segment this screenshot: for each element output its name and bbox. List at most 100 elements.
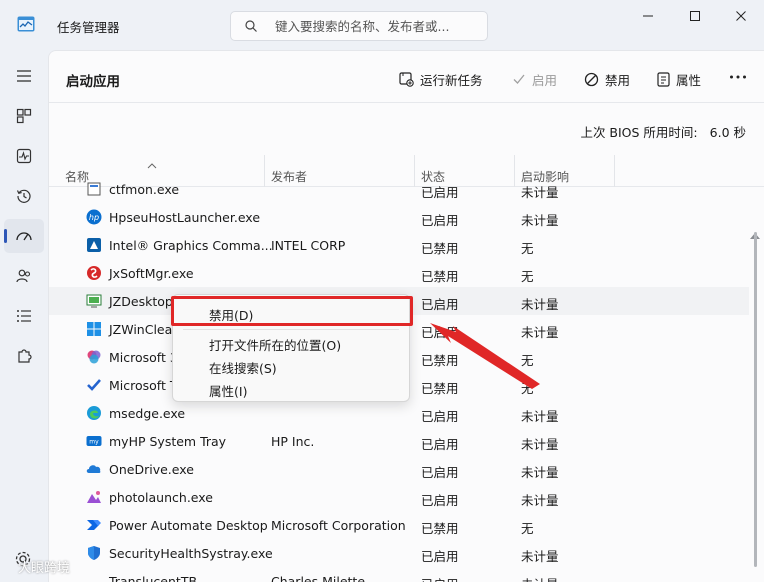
- hp-icon: hp: [86, 209, 102, 225]
- app-impact: 未计量: [521, 297, 559, 312]
- context-menu-open-location[interactable]: 打开文件所在的位置(O): [209, 335, 341, 354]
- app-name: photolaunch.exe: [109, 490, 213, 505]
- edge-icon: [86, 405, 102, 421]
- app-impact: 无: [521, 269, 534, 284]
- watermark: 大眼跨境: [18, 561, 71, 576]
- startup-speedometer-icon: [16, 232, 32, 241]
- app-impact: 未计量: [521, 213, 559, 228]
- app-status: 已启用: [421, 185, 459, 200]
- app-name: Power Automate Desktop: [109, 518, 268, 533]
- app-impact: 未计量: [521, 409, 559, 424]
- app-name: OneDrive.exe: [109, 462, 194, 477]
- nav-app-history[interactable]: [4, 179, 44, 213]
- maximize-icon: [690, 11, 700, 21]
- table-row[interactable]: ctfmon.exe 已启用 未计量: [49, 175, 749, 203]
- microsoft365-icon: [86, 349, 102, 365]
- checkmark-icon: [513, 74, 525, 84]
- more-dots-icon: [730, 75, 746, 79]
- jzdesktop-icon: [86, 293, 102, 309]
- hamburger-menu-button[interactable]: [4, 59, 44, 93]
- intel-graphics-icon: [86, 237, 102, 253]
- app-status: 已禁用: [421, 521, 459, 536]
- app-impact: 无: [521, 241, 534, 256]
- properties-icon: [657, 71, 670, 87]
- performance-icon: [16, 148, 32, 164]
- app-name: HpseuHostLauncher.exe: [109, 210, 261, 225]
- search-input[interactable]: [275, 16, 480, 36]
- app-status: 已禁用: [421, 381, 459, 396]
- jxsoft-icon: [86, 265, 102, 281]
- close-button[interactable]: [718, 0, 764, 32]
- red-highlight-box: [171, 296, 413, 326]
- svg-text:hp: hp: [89, 213, 99, 222]
- myhp-icon: my: [86, 433, 102, 449]
- app-name: JZDesktop: [109, 294, 173, 309]
- nav-users[interactable]: [4, 259, 44, 293]
- app-name: TranslucentTB: [109, 574, 198, 582]
- nav-performance[interactable]: [4, 139, 44, 173]
- sort-ascending-icon: [147, 158, 157, 172]
- scrollbar-thumb[interactable]: [754, 232, 757, 567]
- app-status: 已启用: [421, 465, 459, 480]
- app-status: 已禁用: [421, 241, 459, 256]
- table-row[interactable]: msedge.exe 已启用 未计量: [49, 399, 749, 427]
- app-impact: 未计量: [521, 465, 559, 480]
- close-icon: [736, 11, 746, 21]
- nav-startup-apps[interactable]: [4, 219, 44, 253]
- table-row[interactable]: hp HpseuHostLauncher.exe 已启用 未计量: [49, 203, 749, 231]
- translucenttb-icon: [86, 573, 102, 582]
- security-shield-icon: [86, 545, 102, 561]
- run-new-task-button[interactable]: 运行新任务: [399, 69, 483, 89]
- table-row[interactable]: Intel® Graphics Comma... INTEL CORP 已禁用 …: [49, 231, 749, 259]
- properties-button[interactable]: 属性: [657, 69, 701, 89]
- title-bar: 任务管理器: [0, 0, 764, 50]
- app-name: myHP System Tray: [109, 434, 227, 449]
- windows-icon: [86, 321, 102, 337]
- app-name: msedge.exe: [109, 406, 186, 421]
- enable-label: 启用: [532, 72, 558, 88]
- table-row[interactable]: OneDrive.exe 已启用 未计量: [49, 455, 749, 483]
- nav-services[interactable]: [4, 339, 44, 373]
- table-row[interactable]: SecurityHealthSystray.exe 已启用 未计量: [49, 539, 749, 567]
- disable-circle-icon: [584, 72, 599, 86]
- context-menu-properties[interactable]: 属性(I): [209, 381, 247, 400]
- context-menu-divider: [183, 329, 399, 330]
- context-menu-search-online[interactable]: 在线搜索(S): [209, 358, 277, 377]
- app-status: 已启用: [421, 549, 459, 564]
- maximize-button[interactable]: [672, 0, 718, 32]
- app-name: ctfmon.exe: [109, 182, 180, 197]
- task-manager-icon: [17, 16, 35, 32]
- search-icon: [244, 19, 258, 33]
- minimize-button[interactable]: [625, 0, 671, 32]
- app-impact: 未计量: [521, 549, 559, 564]
- app-impact: 未计量: [521, 574, 559, 582]
- app-impact: 无: [521, 381, 534, 396]
- app-name: JZWinClear: [109, 322, 178, 337]
- app-status: 已启用: [421, 325, 459, 340]
- hamburger-icon: [17, 70, 31, 82]
- app-name: Microsoft 3: [109, 350, 178, 365]
- nav-details[interactable]: [4, 299, 44, 333]
- table-row[interactable]: photolaunch.exe 已启用 未计量: [49, 483, 749, 511]
- app-name: Intel® Graphics Comma...: [109, 238, 273, 253]
- search-box[interactable]: [230, 11, 488, 41]
- more-options-button[interactable]: [729, 67, 747, 87]
- app-status: 已禁用: [421, 353, 459, 368]
- table-row[interactable]: TranslucentTB Charles Milette 已启用 未计量: [49, 567, 749, 582]
- command-bar: 启动应用 运行新任务 启用 禁用 属性: [49, 51, 764, 103]
- app-name: Microsoft T: [109, 378, 178, 393]
- app-name: JxSoftMgr.exe: [109, 266, 194, 281]
- app-status: 已启用: [421, 493, 459, 508]
- app-status: 已启用: [421, 213, 459, 228]
- app-status: 已启用: [421, 437, 459, 452]
- enable-button[interactable]: 启用: [512, 69, 557, 89]
- photos-icon: [86, 489, 102, 505]
- table-row[interactable]: JxSoftMgr.exe 已禁用 无: [49, 259, 749, 287]
- table-row[interactable]: my myHP System Tray HP Inc. 已启用 未计量: [49, 427, 749, 455]
- disable-button[interactable]: 禁用: [584, 69, 630, 89]
- nav-processes[interactable]: [4, 99, 44, 133]
- bios-time: 上次 BIOS 所用时间: 6.0 秒: [580, 122, 746, 141]
- app-status: 已启用: [421, 409, 459, 424]
- app-name: SecurityHealthSystray.exe: [109, 546, 273, 561]
- table-row[interactable]: Power Automate Desktop Microsoft Corpora…: [49, 511, 749, 539]
